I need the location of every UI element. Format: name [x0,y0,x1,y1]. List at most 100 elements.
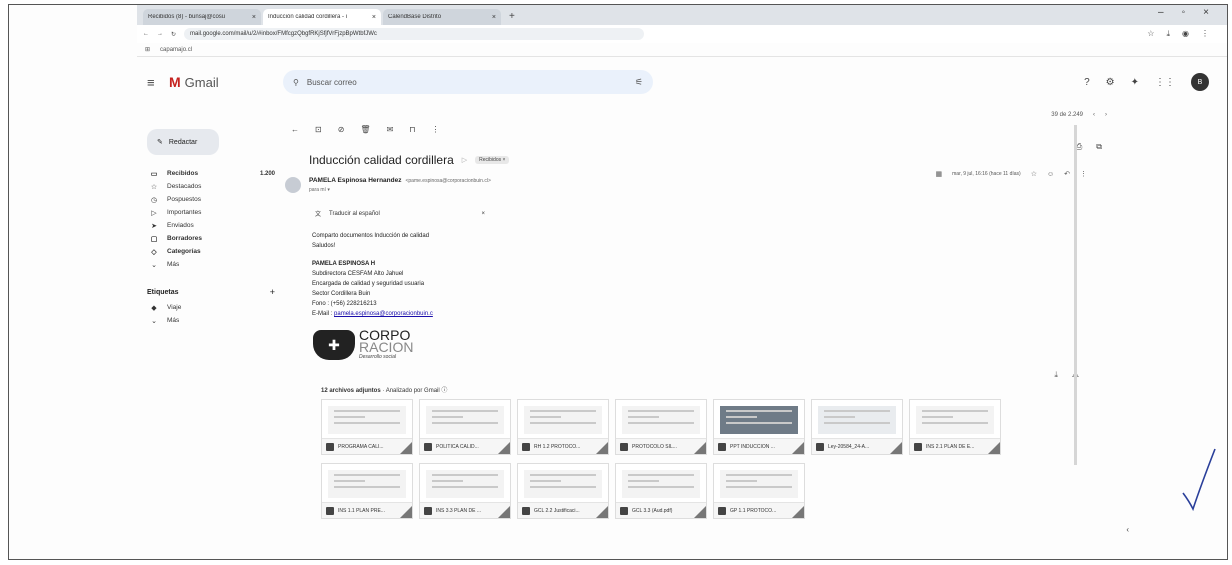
attachment-card[interactable]: INS 2.1 PLAN DE E... [909,399,1001,455]
report-spam-icon[interactable]: ⊘ [338,125,345,134]
attachment-card[interactable]: RH 1.2 PROTOCO... [517,399,609,455]
minimize-icon[interactable]: – [1158,7,1164,18]
compose-button[interactable]: ✎ Redactar [147,129,219,155]
sidebar-item-starred[interactable]: ☆ Destacados [147,180,275,193]
label-item-viaje[interactable]: ◆ Viaje [147,301,275,314]
new-tab-button[interactable]: + [503,9,521,25]
delete-icon[interactable]: 🗑 [360,125,370,134]
sidebar-item-snoozed[interactable]: ◷ Pospuestos [147,193,275,206]
menu-icon[interactable]: ≡ [147,75,169,90]
label-item-more[interactable]: ⌄ Más [147,314,275,327]
maximize-icon[interactable]: ◦ [1182,7,1186,18]
attachment-card[interactable]: GP 1.1 PROTOCO... [713,463,805,519]
profile-icon[interactable]: ◉ [1182,29,1189,39]
page-fold-icon [988,442,1000,454]
date-row: ▦ mar, 9 jul, 16:16 (hace 11 días) ☆ ☺ ↶… [936,170,1088,179]
attachment-footer: PROTOCOLO SIL... [616,438,706,454]
inbox-label-chip[interactable]: Recibidos × [475,156,510,164]
attachment-card[interactable]: GCL 3.3 (Aud.pdf) [615,463,707,519]
bookmark-item[interactable]: capamajo.cl [160,47,192,53]
kebab-menu-icon[interactable]: ⋮ [1201,29,1209,39]
more-icon[interactable]: ⋮ [1080,170,1087,178]
browser-tab-active[interactable]: Inducción calidad cordillera - i × [263,9,381,25]
sidebar-item-important[interactable]: ▷ Importantes [147,206,275,219]
page-fold-icon [498,506,510,518]
translate-icon: 文 [315,212,322,218]
add-label-icon[interactable]: + [270,287,275,297]
attachment-card[interactable]: POLITICA CALID... [419,399,511,455]
attachment-card[interactable]: INS 1.1 PLAN PRE... [321,463,413,519]
star-icon[interactable]: ☆ [1031,170,1037,178]
reload-icon[interactable]: ↻ [171,31,176,38]
signature-email-link[interactable]: pamela.espinosa@corporacionbuin.c [334,311,433,317]
attachments-count: 12 archivos adjuntos [321,388,381,394]
move-to-icon[interactable]: ⊓ [409,125,415,134]
gemini-icon[interactable]: ✦ [1131,77,1139,88]
back-icon[interactable]: ← [143,31,149,37]
reply-icon[interactable]: ↶ [1064,170,1070,178]
help-icon[interactable]: ? [1084,77,1090,88]
back-arrow-icon[interactable]: ← [291,125,299,134]
browser-tab-bar: Recibidos (8) - bunsaj@cosu × Inducción c… [137,5,1227,25]
close-icon[interactable]: × [481,211,485,217]
attachment-card[interactable]: PROGRAMA CALI... [321,399,413,455]
attachment-card[interactable]: INS 3.3 PLAN DE ... [419,463,511,519]
sender-email: <pame.espinosa@corporacionbuin.cl> [405,178,491,184]
translate-link[interactable]: Traducir al español [329,211,380,217]
attachment-card[interactable]: Ley-20584_24-A... [811,399,903,455]
pdf-icon [522,442,530,451]
sidebar-item-drafts[interactable]: ▢ Borradores [147,232,275,245]
labels-header: Etiquetas + [147,287,275,297]
important-marker-icon[interactable]: ▷ [462,156,467,164]
url-field[interactable]: mail.google.com/mail/u/2/#inbox/FMfcgzQb… [184,28,645,40]
nav-label: Pospuestos [167,196,201,203]
avatar[interactable]: B [1191,73,1209,91]
chevron-left-icon[interactable]: ‹ [1093,112,1095,118]
sidebar-item-more[interactable]: ⌄ Más [147,258,275,271]
attachment-thumbnail [916,406,994,434]
email-date: mar, 9 jul, 16:16 (hace 11 días) [952,171,1021,177]
apps-icon[interactable]: ⋮⋮ [1155,77,1175,88]
sidebar-item-inbox[interactable]: ▭ Recibidos 1.200 [147,167,275,180]
sidebar-item-sent[interactable]: ➤ Enviados [147,219,275,232]
archive-icon[interactable]: ⊡ [315,125,322,134]
download-icon[interactable]: ⤓ [1166,29,1170,39]
emoji-icon[interactable]: ☺ [1047,171,1054,178]
page-fold-icon [400,442,412,454]
attachment-thumbnail [426,406,504,434]
corporation-logo: ✚ CORPO RACION Desarrollo social [313,328,413,361]
chevron-right-icon[interactable]: › [1105,112,1107,118]
body-text: Saludos! [312,243,336,249]
attachment-thumbnail [720,406,798,434]
settings-icon[interactable]: ⚙ [1106,77,1115,88]
forward-icon[interactable]: → [157,31,163,37]
apps-grid-icon[interactable]: ⊞ [145,46,150,53]
close-window-icon[interactable]: × [1203,7,1209,18]
close-icon[interactable]: × [372,14,376,21]
sidebar-item-categories[interactable]: ◇ Categorías [147,245,275,258]
search-icon[interactable]: ⚲ [293,78,299,87]
sender-avatar[interactable] [285,177,301,193]
search-input[interactable]: ⚲ Buscar correo ⚟ [283,70,653,94]
close-icon[interactable]: × [252,14,256,21]
attachment-card[interactable]: PROTOCOLO SIL... [615,399,707,455]
mark-unread-icon[interactable]: ✉ [387,125,394,134]
close-icon[interactable]: × [492,14,496,21]
browser-tab[interactable]: CalendBase Distrito × [383,9,501,25]
open-new-window-icon[interactable]: ⧉ [1096,142,1102,152]
pdf-icon [522,506,530,515]
recipient-toggle[interactable]: para mí ▾ [309,187,491,193]
attachment-card[interactable]: PPT INDUCCIÓN ... [713,399,805,455]
scrollbar[interactable] [1074,125,1077,465]
browser-tab[interactable]: Recibidos (8) - bunsaj@cosu × [143,9,261,25]
gmail-logo[interactable]: M Gmail [169,74,269,90]
filter-icon[interactable]: ⚟ [635,77,643,88]
download-all-icon[interactable]: ⤓ [1054,370,1058,380]
pdf-icon [326,506,334,515]
pencil-icon: ✎ [157,139,163,146]
more-icon[interactable]: ⋮ [432,125,440,134]
attachment-thumbnail [524,406,602,434]
bookmark-star-icon[interactable]: ☆ [1147,29,1154,39]
side-panel-toggle-icon[interactable]: ‹ [1126,525,1129,534]
attachment-card[interactable]: GCL 2.2 Justificaci... [517,463,609,519]
